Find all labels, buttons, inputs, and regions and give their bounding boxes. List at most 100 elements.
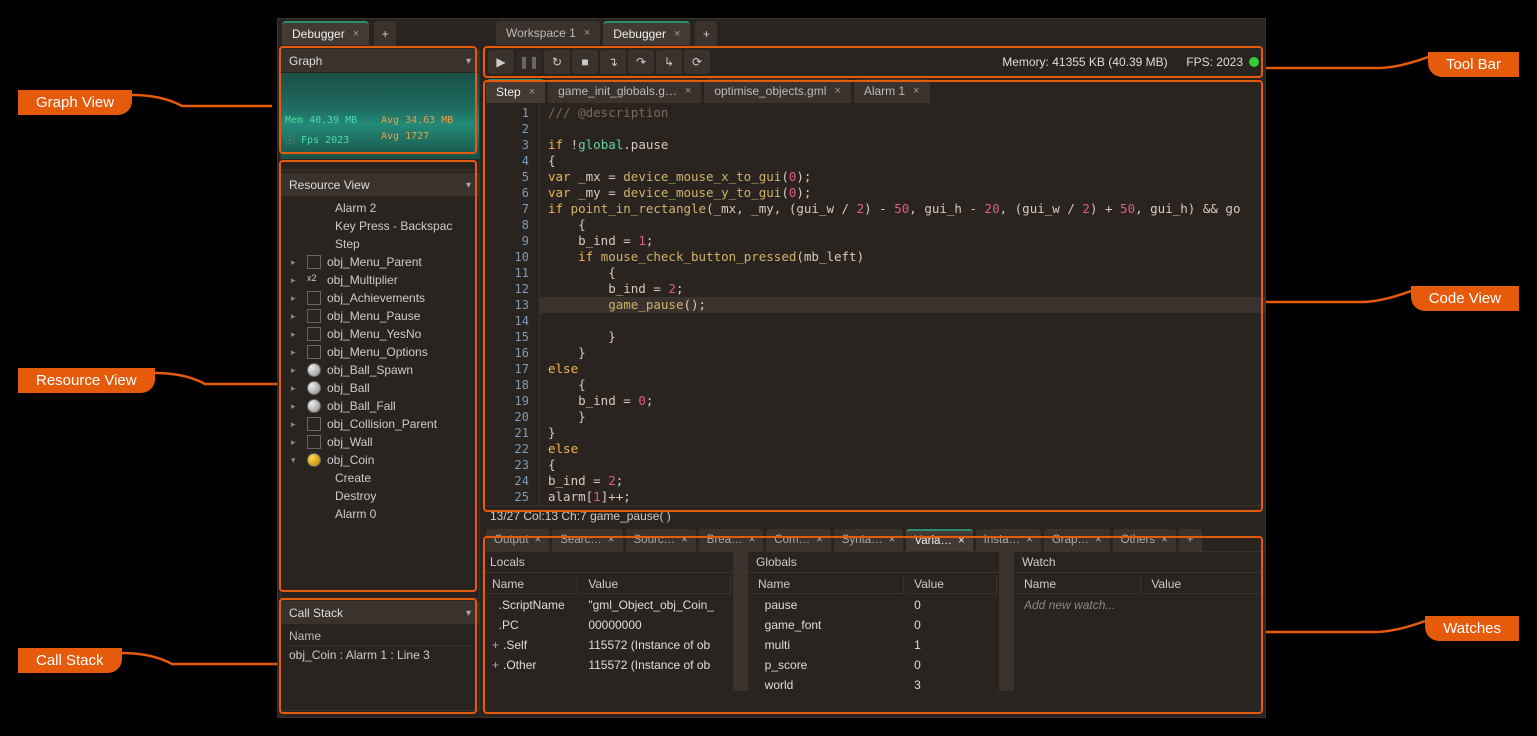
close-icon[interactable]: × [913,85,919,97]
editor-tab-optimise[interactable]: optimise_objects.gml× [704,79,851,103]
step-over-button[interactable]: ↷ [628,50,654,74]
editor-tab-alarm1[interactable]: Alarm 1× [854,79,930,103]
panel-header-graph[interactable]: Graph ▾ [281,50,479,73]
panel-header-resource[interactable]: Resource View ▾ [281,174,479,197]
box-icon [307,309,321,323]
graph-panel: Graph ▾ Mem 40.39 MB Avg 34.63 MB ⓘ Fps … [280,49,480,171]
close-icon[interactable]: × [749,534,756,546]
resource-item[interactable]: ▸obj_Menu_Pause [281,307,479,325]
table-row[interactable]: p_score0 [750,656,997,674]
scrollbar[interactable] [1000,552,1014,691]
step-in-button[interactable]: ↴ [600,50,626,74]
close-icon[interactable]: × [353,28,359,40]
expand-icon[interactable]: + [492,658,499,672]
resource-item[interactable]: ▸obj_Menu_Parent [281,253,479,271]
resource-item[interactable]: ▸obj_Wall [281,433,479,451]
table-row[interactable]: pause0 [750,596,997,614]
resource-item[interactable]: ▸obj_Menu_YesNo [281,325,479,343]
chevron-down-icon: ▾ [466,180,471,191]
resource-label: obj_Collision_Parent [327,417,437,431]
expand-arrow-icon[interactable]: ▸ [291,419,301,430]
table-row[interactable]: .ScriptName"gml_Object_obj_Coin_ [484,596,731,614]
bottom-tab[interactable]: Searc…× [552,529,622,551]
callstack-row[interactable]: obj_Coin : Alarm 1 : Line 3 [289,648,471,662]
expand-arrow-icon[interactable]: ▸ [291,293,301,304]
table-row[interactable]: multi1 [750,636,997,654]
resource-item[interactable]: ▸obj_Menu_Options [281,343,479,361]
expand-arrow-icon[interactable]: ▸ [291,383,301,394]
close-icon[interactable]: × [529,86,535,98]
resource-item[interactable]: Alarm 0 [281,505,479,523]
expand-arrow-icon[interactable]: ▸ [291,311,301,322]
scrollbar[interactable] [734,552,748,691]
expand-icon[interactable]: + [492,638,499,652]
resource-item[interactable]: Step [281,235,479,253]
expand-arrow-icon[interactable]: ▸ [291,365,301,376]
table-row[interactable]: game_font0 [750,616,997,634]
close-icon[interactable]: × [681,534,688,546]
resource-item[interactable]: ▸ obj_Collision_Parent [281,415,479,433]
table-row[interactable]: world3 [750,676,997,694]
expand-arrow-icon[interactable]: ▸ [291,401,301,412]
resource-item[interactable]: Destroy [281,487,479,505]
close-icon[interactable]: × [674,28,680,40]
restart-button[interactable]: ↻ [544,50,570,74]
expand-arrow-icon[interactable]: ▸ [291,329,301,340]
table-row[interactable]: +.Self115572 (Instance of ob [484,636,731,654]
close-icon[interactable]: × [1161,534,1168,546]
bottom-tab[interactable]: Output× [486,529,549,551]
realtime-button[interactable]: ⟳ [684,50,710,74]
resource-item[interactable]: Key Press - Backspac [281,217,479,235]
tab-add-main[interactable]: + [695,21,717,47]
bottom-tab[interactable]: Grap…× [1044,529,1110,551]
expand-arrow-icon[interactable]: ▸ [291,275,301,286]
bottom-tab[interactable]: Varia…× [906,529,972,551]
step-out-button[interactable]: ↳ [656,50,682,74]
close-icon[interactable]: × [685,85,691,97]
resource-item[interactable]: ▾obj_Coin [281,451,479,469]
panel-header-callstack[interactable]: Call Stack ▾ [281,602,479,625]
close-icon[interactable]: × [1026,534,1033,546]
resource-label: obj_Ball_Fall [327,399,396,413]
table-row[interactable]: +.Other115572 (Instance of ob [484,656,731,674]
pause-button[interactable]: ❚❚ [516,50,542,74]
expand-arrow-icon[interactable]: ▸ [291,257,301,268]
resource-item[interactable]: Alarm 2 [281,199,479,217]
expand-arrow-icon[interactable]: ▾ [291,455,301,466]
code-body[interactable]: /// @description if !global.pause { var … [540,103,1265,505]
resource-item[interactable]: ▸obj_Achievements [281,289,479,307]
resource-item[interactable]: ▸obj_Ball [281,379,479,397]
close-icon[interactable]: × [834,85,840,97]
editor-tab-game-init[interactable]: game_init_globals.g…× [548,79,701,103]
bottom-tab[interactable]: Synta…× [834,529,904,551]
close-icon[interactable]: × [1095,534,1102,546]
bottom-tab-add[interactable]: + [1179,529,1202,551]
add-watch-input[interactable]: Add new watch... [1016,596,1263,614]
tab-debugger-main[interactable]: Debugger × [603,21,690,45]
close-icon[interactable]: × [816,534,823,546]
tab-add-side[interactable]: + [374,21,396,47]
resource-item[interactable]: ▸obj_Ball_Spawn [281,361,479,379]
bottom-tab[interactable]: Com…× [766,529,831,551]
play-button[interactable]: ▶ [488,50,514,74]
resource-item[interactable]: ▸x2obj_Multiplier [281,271,479,289]
close-icon[interactable]: × [584,27,590,39]
bottom-tab[interactable]: Insta…× [976,529,1041,551]
tab-debugger-side[interactable]: Debugger × [282,21,369,45]
expand-arrow-icon[interactable]: ▸ [291,437,301,448]
close-icon[interactable]: × [608,534,615,546]
close-icon[interactable]: × [535,534,542,546]
stop-button[interactable]: ■ [572,50,598,74]
editor-tab-step[interactable]: Step× [486,79,545,103]
bottom-tab[interactable]: Others× [1113,529,1176,551]
table-row[interactable]: .PC00000000 [484,616,731,634]
code-editor[interactable]: 1234567891011121314151617181920212223242… [482,103,1265,505]
close-icon[interactable]: × [889,534,896,546]
resource-item[interactable]: ▸ obj_Ball_Fall [281,397,479,415]
tab-workspace-1[interactable]: Workspace 1 × [496,21,600,45]
bottom-tab[interactable]: Sourc…× [626,529,696,551]
expand-arrow-icon[interactable]: ▸ [291,347,301,358]
close-icon[interactable]: × [958,535,965,547]
bottom-tab[interactable]: Brea…× [699,529,764,551]
resource-item[interactable]: Create [281,469,479,487]
